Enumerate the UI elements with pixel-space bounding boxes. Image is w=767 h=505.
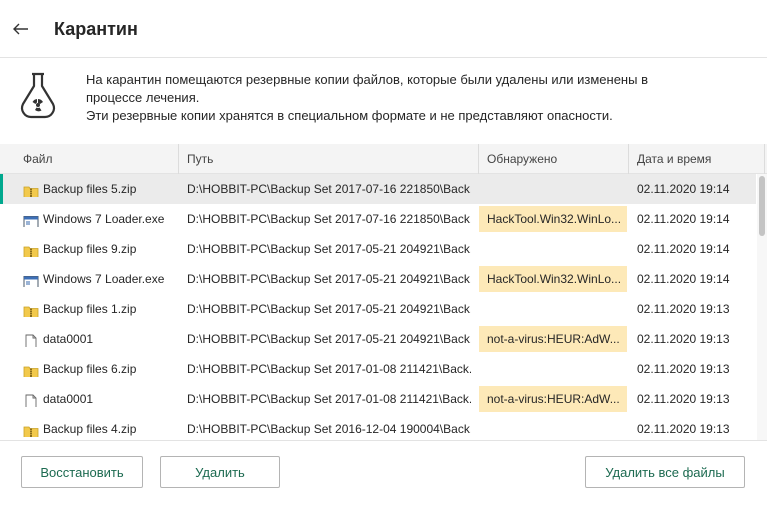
zip-folder-icon bbox=[23, 181, 39, 197]
column-header-detected[interactable]: Обнаружено bbox=[479, 144, 629, 174]
delete-button[interactable]: Удалить bbox=[160, 456, 280, 488]
info-line-3: Эти резервные копии хранятся в специальн… bbox=[86, 108, 613, 123]
detected-threat bbox=[479, 174, 627, 204]
file-name: Backup files 9.zip bbox=[43, 242, 137, 256]
detected-threat: not-a-virus:HEUR:AdW... bbox=[479, 386, 627, 412]
column-header-file[interactable]: Файл bbox=[0, 144, 179, 174]
table-row[interactable]: Backup files 4.zip D:\HOBBIT-PC\Backup Se… bbox=[0, 414, 756, 440]
detected-threat bbox=[479, 354, 627, 384]
date-time: 02.11.2020 19:14 bbox=[637, 242, 730, 256]
exe-window-icon bbox=[23, 211, 39, 227]
table-row[interactable]: data0001 D:\HOBBIT-PC\Backup Set 2017-01-… bbox=[0, 384, 756, 414]
file-name: Windows 7 Loader.exe bbox=[43, 212, 165, 226]
detected-threat bbox=[479, 294, 627, 324]
date-time: 02.11.2020 19:13 bbox=[637, 392, 730, 406]
footer: Восстановить Удалить Удалить все файлы bbox=[0, 440, 767, 505]
date-time: 02.11.2020 19:14 bbox=[637, 182, 730, 196]
exe-window-icon bbox=[23, 271, 39, 287]
scrollbar-thumb[interactable] bbox=[759, 176, 765, 236]
blank-file-icon bbox=[23, 331, 39, 347]
zip-folder-icon bbox=[23, 361, 39, 377]
header: Карантин bbox=[0, 0, 767, 58]
restore-button[interactable]: Восстановить bbox=[21, 456, 143, 488]
date-time: 02.11.2020 19:13 bbox=[637, 362, 730, 376]
file-path: D:\HOBBIT-PC\Backup Set 2017-07-16 22185… bbox=[187, 212, 471, 226]
detected-threat: HackTool.Win32.WinLo... bbox=[479, 206, 627, 232]
table-row[interactable]: Backup files 9.zip D:\HOBBIT-PC\Backup Se… bbox=[0, 234, 756, 264]
file-name: data0001 bbox=[43, 332, 94, 346]
file-path: D:\HOBBIT-PC\Backup Set 2017-01-08 21142… bbox=[187, 392, 471, 406]
date-time: 02.11.2020 19:14 bbox=[637, 272, 730, 286]
vertical-scrollbar[interactable] bbox=[757, 174, 767, 440]
zip-folder-icon bbox=[23, 301, 39, 317]
info-description: На карантин помещаются резервные копии ф… bbox=[86, 71, 746, 125]
file-path: D:\HOBBIT-PC\Backup Set 2017-05-21 20492… bbox=[187, 332, 471, 346]
detected-threat bbox=[479, 414, 627, 440]
page-title: Карантин bbox=[54, 19, 138, 39]
table-body: Backup files 5.zip D:\HOBBIT-PC\Backup Se… bbox=[0, 174, 767, 440]
detected-threat bbox=[479, 234, 627, 264]
zip-folder-icon bbox=[23, 421, 39, 437]
table-row[interactable]: data0001 D:\HOBBIT-PC\Backup Set 2017-05-… bbox=[0, 324, 756, 354]
file-path: D:\HOBBIT-PC\Backup Set 2017-05-21 20492… bbox=[187, 272, 471, 286]
file-name: Backup files 5.zip bbox=[43, 182, 137, 196]
date-time: 02.11.2020 19:13 bbox=[637, 302, 730, 316]
table-row[interactable]: Backup files 6.zip D:\HOBBIT-PC\Backup Se… bbox=[0, 354, 756, 384]
file-path: D:\HOBBIT-PC\Backup Set 2017-05-21 20492… bbox=[187, 302, 471, 316]
file-name: Backup files 6.zip bbox=[43, 362, 137, 376]
detected-threat: not-a-virus:HEUR:AdW... bbox=[479, 326, 627, 352]
file-name: Backup files 4.zip bbox=[43, 422, 137, 436]
column-header-date[interactable]: Дата и время bbox=[629, 144, 765, 174]
table-header: Файл Путь Обнаружено Дата и время bbox=[0, 144, 767, 174]
file-path: D:\HOBBIT-PC\Backup Set 2017-05-21 20492… bbox=[187, 242, 471, 256]
file-name: Backup files 1.zip bbox=[43, 302, 137, 316]
info-line-1: На карантин помещаются резервные копии ф… bbox=[86, 72, 648, 87]
zip-folder-icon bbox=[23, 241, 39, 257]
detected-threat: HackTool.Win32.WinLo... bbox=[479, 266, 627, 292]
file-path: D:\HOBBIT-PC\Backup Set 2017-01-08 21142… bbox=[187, 362, 471, 376]
back-button[interactable] bbox=[10, 18, 32, 40]
column-header-path[interactable]: Путь bbox=[179, 144, 479, 174]
file-name: Windows 7 Loader.exe bbox=[43, 272, 165, 286]
date-time: 02.11.2020 19:14 bbox=[637, 212, 730, 226]
file-path: D:\HOBBIT-PC\Backup Set 2016-12-04 19000… bbox=[187, 422, 471, 436]
arrow-left-icon bbox=[13, 23, 28, 35]
blank-file-icon bbox=[23, 391, 39, 407]
info-line-2: процессе лечения. bbox=[86, 90, 200, 105]
quarantine-table: Файл Путь Обнаружено Дата и время Backup… bbox=[0, 144, 767, 440]
table-row[interactable]: Backup files 1.zip D:\HOBBIT-PC\Backup Se… bbox=[0, 294, 756, 324]
date-time: 02.11.2020 19:13 bbox=[637, 422, 730, 436]
table-row[interactable]: Backup files 5.zip D:\HOBBIT-PC\Backup Se… bbox=[0, 174, 756, 204]
flask-biohazard-icon bbox=[20, 72, 56, 119]
file-path: D:\HOBBIT-PC\Backup Set 2017-07-16 22185… bbox=[187, 182, 471, 196]
date-time: 02.11.2020 19:13 bbox=[637, 332, 730, 346]
table-row[interactable]: Windows 7 Loader.exe D:\HOBBIT-PC\Backup … bbox=[0, 264, 756, 294]
file-name: data0001 bbox=[43, 392, 94, 406]
table-row[interactable]: Windows 7 Loader.exe D:\HOBBIT-PC\Backup … bbox=[0, 204, 756, 234]
delete-all-files-button[interactable]: Удалить все файлы bbox=[585, 456, 745, 488]
info-panel: На карантин помещаются резервные копии ф… bbox=[0, 59, 767, 144]
